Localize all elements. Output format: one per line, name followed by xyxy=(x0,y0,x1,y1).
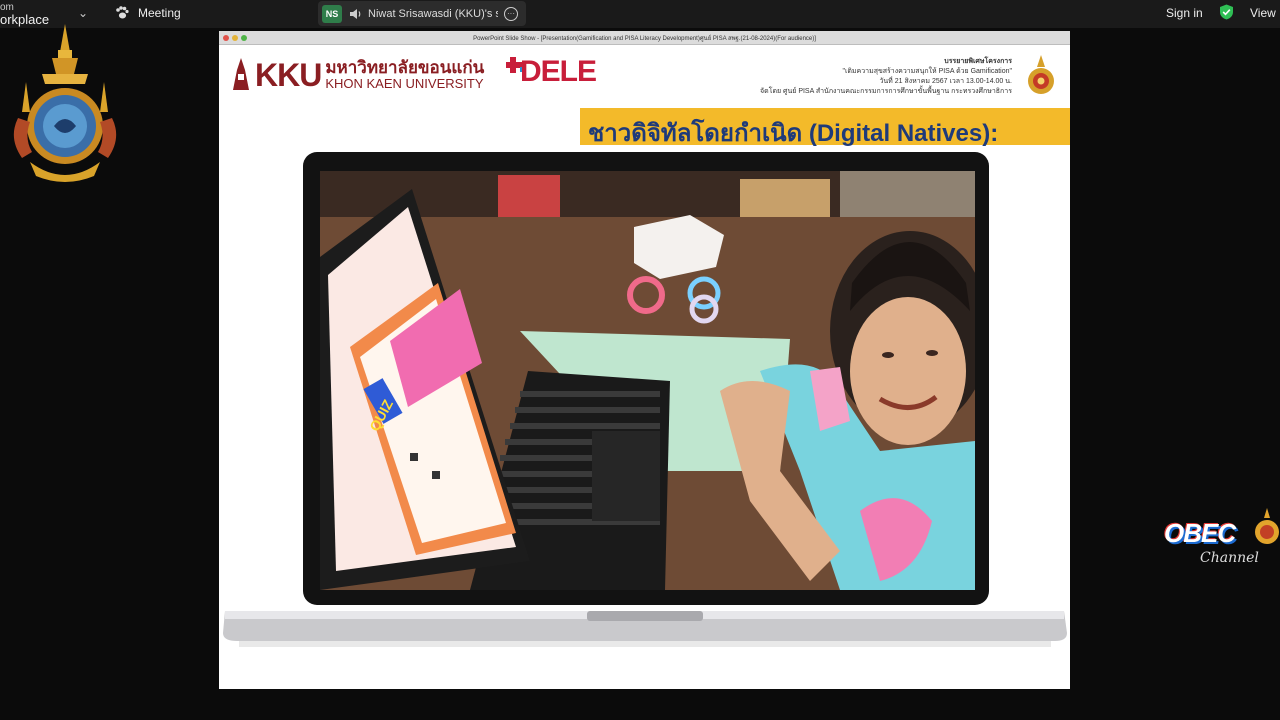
slide-window-titlebar: PowerPoint Slide Show - [Presentation(Ga… xyxy=(219,31,1070,45)
obec-seal-icon xyxy=(1255,508,1279,544)
sign-in-button[interactable]: Sign in xyxy=(1166,6,1203,20)
slide-photo-child-with-tablet: QUIZ xyxy=(320,171,975,590)
channel-logo-text: OBEC xyxy=(1164,518,1236,548)
slide-window-title: PowerPoint Slide Show - [Presentation(Ga… xyxy=(473,36,816,42)
top-bar: om orkplace ⌄ Meeting NS Niwat Srisawasd… xyxy=(0,0,1280,28)
paw-icon xyxy=(116,6,129,19)
view-button[interactable]: View xyxy=(1250,6,1276,20)
zoom-window: om orkplace ⌄ Meeting NS Niwat Srisawasd… xyxy=(0,0,1280,720)
more-icon[interactable]: ··· xyxy=(504,6,518,21)
shared-slide-window: PowerPoint Slide Show - [Presentation(Ga… xyxy=(219,31,1070,689)
screen-share-indicator[interactable]: NS Niwat Srisawasdi (KKU)'s scr ··· xyxy=(318,1,526,26)
channel-logo-subtitle: Channel xyxy=(1200,550,1259,566)
sharer-name: Niwat Srisawasdi (KKU)'s scr xyxy=(368,7,498,20)
chevron-down-icon[interactable]: ⌄ xyxy=(78,6,88,20)
speaker-icon xyxy=(350,8,361,19)
meeting-menu[interactable]: Meeting xyxy=(114,5,181,21)
meeting-label: Meeting xyxy=(138,6,181,20)
sharer-avatar: NS xyxy=(322,4,342,23)
channel-logo: OBEC Channel xyxy=(1162,508,1280,574)
emblem-icon xyxy=(13,24,117,182)
slide-content: KKU มหาวิทยาลัยขอนแก่น KHON KAEN UNIVERS… xyxy=(219,45,1070,689)
shield-check-icon[interactable] xyxy=(1219,4,1234,20)
